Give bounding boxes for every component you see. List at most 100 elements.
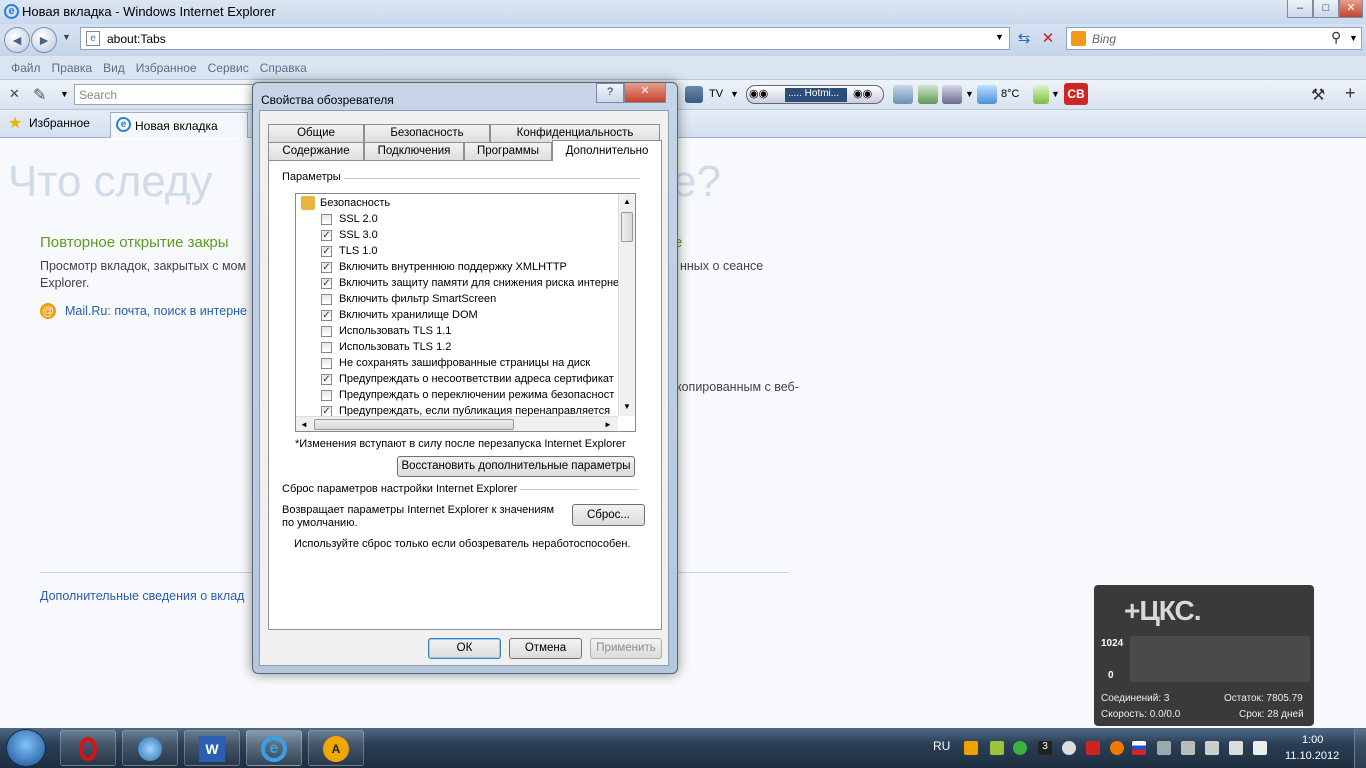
setting-checkbox[interactable]: ✓ [321,262,332,273]
tray-monitor-icon[interactable] [1229,741,1243,755]
setting-checkbox[interactable]: ✓ [321,278,332,289]
tray-flag-icon[interactable] [1132,741,1146,755]
cancel-button[interactable]: Отмена [509,638,582,659]
setting-label[interactable]: Включить фильтр SmartScreen [339,293,496,305]
setting-label[interactable]: SSL 3.0 [339,229,378,241]
setting-checkbox[interactable] [321,358,332,369]
menu-view[interactable]: Вид [103,56,125,80]
toolbar-tv-dropdown-icon[interactable]: ▼ [730,89,739,99]
show-desktop-button[interactable] [1354,729,1366,768]
restore-advanced-button[interactable]: Восстановить дополнительные параметры [397,456,635,477]
scroll-down-icon[interactable]: ▼ [623,402,631,411]
horizontal-scrollbar[interactable]: ◄ ► [296,416,618,431]
setting-label[interactable]: Включить защиту памяти для снижения риск… [339,277,619,289]
hotmail-label[interactable]: ..... Hotmi... [785,88,847,102]
setting-checkbox[interactable] [321,390,332,401]
maximize-button[interactable]: □ [1313,0,1339,18]
tray-volume-icon[interactable] [1253,741,1267,755]
setting-label[interactable]: Использовать TLS 1.1 [339,325,451,337]
setting-checkbox[interactable] [321,342,332,353]
mailru-link[interactable]: Mail.Ru: почта, поиск в интерне [65,304,247,318]
menu-tools[interactable]: Сервис [208,56,249,80]
reset-button[interactable]: Сброс... [572,504,645,526]
back-button[interactable]: ◄ [4,27,30,53]
tray-upload-icon[interactable] [1086,741,1100,755]
search-dropdown-icon[interactable]: ▼ [1349,33,1358,43]
media-player-widget[interactable]: ◉◉ ..... Hotmi... ◉◉ [746,85,884,104]
volume-icon[interactable]: ◉◉ [853,87,872,100]
toolbar-dropdown-icon[interactable]: ▼ [60,89,69,99]
scroll-up-icon[interactable]: ▲ [623,197,631,206]
forward-button[interactable]: ► [31,27,57,53]
setting-checkbox[interactable] [321,326,332,337]
close-button[interactable]: ✕ [1339,0,1363,18]
browser-tab[interactable]: e Новая вкладка [110,112,248,138]
toolbar-logo-icon[interactable]: ✎ [33,85,55,105]
tray-security-icon[interactable] [1181,741,1195,755]
clock-date[interactable]: 11.10.2012 [1285,750,1339,762]
photos-icon[interactable] [918,85,938,104]
temperature-label[interactable]: 8°C [1001,88,1019,100]
language-indicator[interactable]: RU [933,739,950,753]
setting-label[interactable]: TLS 1.0 [339,245,378,257]
setting-label[interactable]: Использовать TLS 1.2 [339,341,451,353]
tab-general[interactable]: Общие [268,124,364,142]
start-button[interactable] [6,729,46,767]
search-icon[interactable]: ⚲ [1331,29,1341,46]
reopen-link[interactable]: Повторное открытие закры [40,234,229,251]
taskbar-network[interactable] [122,730,178,766]
play-icon[interactable]: ◉◉ [749,87,768,100]
hscroll-thumb[interactable] [314,419,514,430]
setting-checkbox[interactable]: ✓ [321,310,332,321]
setting-checkbox[interactable]: ✓ [321,374,332,385]
tray-agent-icon[interactable] [990,741,1004,755]
tray-cross-icon[interactable] [1062,741,1076,755]
tab-content[interactable]: Содержание [268,142,364,160]
history-dropdown-icon[interactable]: ▼ [62,32,71,42]
taskbar-ie[interactable]: e [246,730,302,766]
ok-button[interactable]: ОК [428,638,501,659]
search-box[interactable]: Bing ⚲ ▼ [1066,27,1362,50]
menu-favorites[interactable]: Избранное [136,56,197,80]
setting-checkbox[interactable]: ✓ [321,246,332,257]
weather-icon[interactable] [977,85,997,104]
tray-player-icon[interactable] [964,741,978,755]
chat-icon[interactable] [893,85,913,104]
setting-label[interactable]: Не сохранять зашифрованные страницы на д… [339,357,590,369]
taskbar-aimp[interactable]: A [308,730,364,766]
games-dropdown-icon[interactable]: ▼ [965,89,974,99]
setting-label[interactable]: Включить хранилище DOM [339,309,478,321]
address-dropdown-icon[interactable]: ▼ [995,32,1004,42]
taskbar-word[interactable]: W [184,730,240,766]
tab-programs[interactable]: Программы [464,142,552,160]
scroll-right-icon[interactable]: ► [604,420,612,429]
tab-advanced[interactable]: Дополнительно [552,140,662,161]
tray-3-icon[interactable]: 3 [1038,741,1052,755]
apply-button[interactable]: Применить [590,638,662,659]
toolbar-search-input[interactable]: Search [74,84,254,105]
setting-label[interactable]: Включить внутреннюю поддержку XMLHTTP [339,261,567,273]
cb-button[interactable]: CB [1064,83,1088,105]
stop-icon[interactable]: ✕ [1038,29,1058,49]
tray-device-icon[interactable] [1205,741,1219,755]
menu-edit[interactable]: Правка [52,56,93,80]
tab-connections[interactable]: Подключения [364,142,464,160]
settings-list[interactable]: Безопасность SSL 2.0 ✓ SSL 3.0 ✓ TLS 1.0 ✓ Вкл… [295,193,636,432]
dialog-help-button[interactable]: ? [596,83,624,103]
vertical-scrollbar[interactable]: ▲ ▼ [618,194,635,416]
dialog-close-button[interactable]: ✕ [624,83,666,103]
setting-label[interactable]: SSL 2.0 [339,213,378,225]
shopping-dropdown-icon[interactable]: ▼ [1051,89,1060,99]
setting-checkbox[interactable] [321,294,332,305]
setting-label[interactable]: Предупреждать о переключении режима безо… [339,389,614,401]
add-icon[interactable]: + [1345,83,1356,104]
toolbar-close-icon[interactable]: ✕ [9,86,20,102]
toolbar-tv-icon[interactable] [685,86,703,103]
scroll-thumb[interactable] [621,212,633,242]
clock-time[interactable]: 1:00 [1302,734,1323,746]
tray-icq-icon[interactable] [1013,741,1027,755]
refresh-icon[interactable]: ⇆ [1014,29,1034,49]
more-info-link[interactable]: Дополнительные сведения о вклад [40,589,244,603]
menu-file[interactable]: Файл [11,56,41,80]
menu-help[interactable]: Справка [260,56,307,80]
